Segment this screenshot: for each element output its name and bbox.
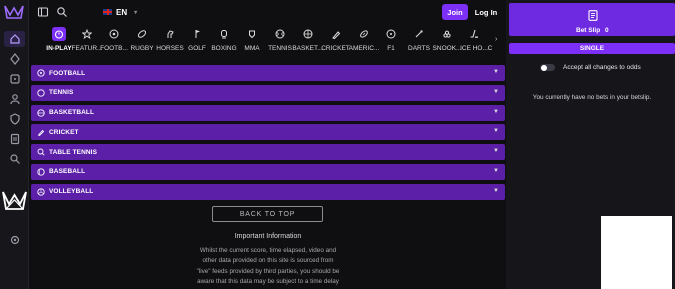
dart-icon bbox=[412, 27, 426, 41]
back-to-top-button[interactable]: BACK TO TOP bbox=[212, 206, 323, 222]
volleyball-icon bbox=[37, 188, 45, 196]
sport-tab-mma[interactable]: MMA bbox=[241, 27, 263, 57]
crown-brand-icon bbox=[2, 191, 27, 210]
crown-logo-icon[interactable] bbox=[4, 4, 24, 19]
rail-settings-icon[interactable] bbox=[4, 232, 25, 248]
sport-tab-boxing[interactable]: BOXING bbox=[211, 27, 237, 57]
sport-tab-football[interactable]: FOOTB... bbox=[100, 27, 128, 57]
competition-row-basketball[interactable]: BASKETBALL ▼ bbox=[31, 104, 505, 121]
table-tennis-icon bbox=[37, 148, 45, 156]
sport-tab-featured[interactable]: FEATUR... bbox=[72, 27, 102, 57]
sport-tab-basketball[interactable]: BASKET... bbox=[292, 27, 323, 57]
uk-flag-icon bbox=[103, 9, 112, 15]
sport-tab-cricket[interactable]: CRICKET bbox=[321, 27, 350, 57]
basketball-icon bbox=[37, 108, 45, 117]
sidebar-toggle-icon[interactable] bbox=[37, 6, 49, 18]
sport-tab-rugby[interactable]: RUGBY bbox=[129, 27, 155, 57]
sport-tab-in-play[interactable]: IN-PLAY bbox=[45, 27, 73, 57]
cricket-bat-icon bbox=[329, 27, 343, 41]
sport-tab-f1[interactable]: F1 bbox=[381, 27, 401, 57]
rail-document-icon[interactable] bbox=[4, 131, 25, 147]
competition-row-table-tennis[interactable]: TABLE TENNIS ▼ bbox=[31, 144, 505, 161]
competition-row-baseball[interactable]: BASEBALL ▼ bbox=[31, 163, 505, 180]
tennis-ball-icon bbox=[273, 27, 287, 41]
competitions-list: FOOTBALL ▼ TENNIS ▼ BASKETBALL ▼ CRICKET… bbox=[31, 65, 505, 204]
chevron-down-icon: ▼ bbox=[493, 88, 499, 95]
betslip-count: 0 bbox=[605, 27, 609, 34]
sport-tab-more[interactable]: C bbox=[487, 27, 493, 57]
betslip-header[interactable]: Bet Slip 0 bbox=[509, 3, 675, 36]
tennis-ball-icon bbox=[37, 89, 45, 97]
snooker-icon bbox=[440, 27, 454, 41]
sport-tab-horses[interactable]: HORSES bbox=[156, 27, 184, 57]
betslip-empty-message: You currently have no bets in your betsl… bbox=[532, 94, 652, 101]
language-selector[interactable]: EN ▾ bbox=[103, 6, 137, 18]
star-icon bbox=[80, 27, 94, 41]
horse-icon bbox=[163, 27, 177, 41]
sport-icon bbox=[487, 27, 493, 41]
sport-tab-darts[interactable]: DARTS bbox=[407, 27, 431, 57]
chevron-down-icon: ▼ bbox=[493, 108, 499, 115]
top-bar: EN ▾ Join Log In bbox=[29, 0, 506, 24]
important-info-title: Important Information bbox=[234, 233, 302, 240]
stopwatch-icon bbox=[52, 27, 66, 41]
chevron-down-icon: ▼ bbox=[493, 69, 499, 75]
login-button[interactable]: Log In bbox=[470, 4, 502, 20]
chevron-down-icon: ▼ bbox=[493, 167, 499, 174]
overlay-panel bbox=[601, 216, 672, 289]
basketball-icon bbox=[301, 27, 315, 41]
competition-row-football[interactable]: FOOTBALL ▼ bbox=[31, 65, 505, 81]
rail-search-icon[interactable] bbox=[4, 151, 25, 167]
tab-single[interactable]: SINGLE bbox=[509, 43, 675, 54]
competition-row-cricket[interactable]: CRICKET ▼ bbox=[31, 124, 505, 141]
important-info-body: Whilst the current score, time elapsed, … bbox=[196, 247, 340, 289]
ice-hockey-icon bbox=[467, 27, 481, 41]
sport-tab-tennis[interactable]: TENNIS bbox=[267, 27, 293, 57]
chevron-down-icon: ▼ bbox=[493, 187, 499, 194]
sports-nav: IN-PLAY FEATUR... FOOTB... RUGBY HORSES … bbox=[29, 24, 506, 60]
sport-tab-golf[interactable]: GOLF bbox=[186, 27, 208, 57]
search-icon[interactable] bbox=[56, 6, 68, 18]
language-code: EN bbox=[116, 7, 128, 17]
rail-promo-icon[interactable] bbox=[4, 51, 25, 67]
accept-odds-label: Accept all changes to odds bbox=[563, 64, 641, 71]
rail-casino-icon[interactable] bbox=[4, 71, 25, 87]
rail-shield-icon[interactable] bbox=[4, 111, 25, 127]
football-icon bbox=[107, 27, 121, 41]
accept-odds-toggle[interactable] bbox=[540, 64, 555, 71]
sport-tab-snooker[interactable]: SNOOK... bbox=[433, 27, 461, 57]
join-button[interactable]: Join bbox=[442, 4, 468, 20]
american-football-icon bbox=[357, 27, 371, 41]
boxing-glove-icon bbox=[217, 27, 231, 41]
chevron-down-icon: ▼ bbox=[493, 128, 499, 135]
chevron-down-icon: ▼ bbox=[493, 148, 499, 155]
baseball-icon bbox=[37, 168, 45, 176]
chevron-right-icon[interactable]: › bbox=[495, 36, 497, 43]
golf-flag-icon bbox=[190, 27, 204, 41]
left-rail bbox=[0, 0, 29, 289]
sport-tab-ice-hockey[interactable]: ICE HO... bbox=[460, 27, 488, 57]
steering-wheel-icon bbox=[384, 27, 398, 41]
competition-row-tennis[interactable]: TENNIS ▼ bbox=[31, 84, 505, 101]
mma-glove-icon bbox=[245, 27, 259, 41]
competition-row-volleyball[interactable]: VOLLEYBALL ▼ bbox=[31, 183, 505, 200]
rail-account-icon[interactable] bbox=[4, 91, 25, 107]
rugby-ball-icon bbox=[135, 27, 149, 41]
betslip-title: Bet Slip bbox=[576, 27, 601, 34]
chevron-down-icon: ▾ bbox=[134, 9, 138, 16]
football-icon bbox=[37, 69, 45, 77]
sport-tab-american-football[interactable]: AMERIC... bbox=[349, 27, 379, 57]
betslip-panel: Bet Slip 0 SINGLE Accept all changes to … bbox=[506, 0, 675, 289]
rail-home-icon[interactable] bbox=[4, 31, 25, 47]
betslip-icon bbox=[588, 10, 598, 21]
cricket-bat-icon bbox=[37, 128, 45, 137]
